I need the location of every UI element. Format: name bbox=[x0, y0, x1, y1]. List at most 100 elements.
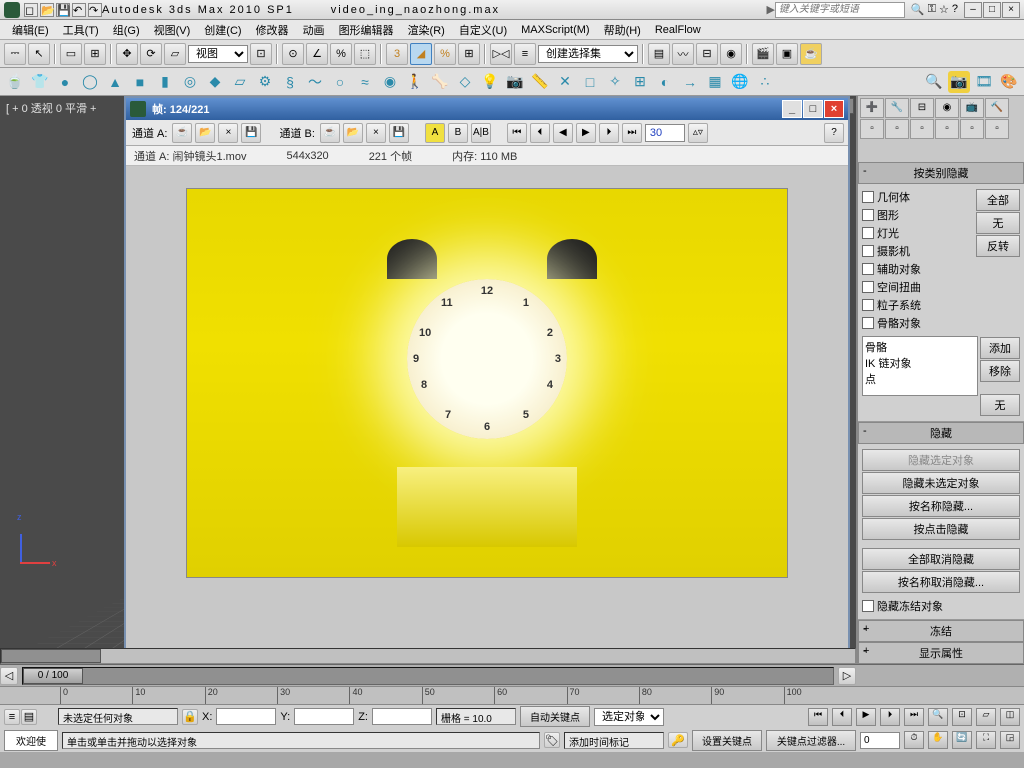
tab-hierarchy[interactable]: ⊟ bbox=[910, 98, 934, 118]
helper-icon[interactable]: ◇ bbox=[454, 71, 476, 93]
undo-icon[interactable]: ↶ bbox=[72, 3, 86, 17]
render-icon[interactable]: ☕ bbox=[800, 43, 822, 65]
help-icon[interactable]: ? bbox=[952, 3, 958, 16]
binoculars-icon[interactable]: 🔍 bbox=[911, 3, 925, 16]
btn-invert[interactable]: 反转 bbox=[976, 235, 1020, 257]
ram-open-b-icon[interactable]: ☕ bbox=[320, 123, 340, 143]
angle-snap-icon[interactable]: ∠ bbox=[306, 43, 328, 65]
menu-modifiers[interactable]: 修改器 bbox=[250, 20, 295, 40]
ram-player-titlebar[interactable]: 帧: 124/221 _ □ × bbox=[126, 98, 848, 120]
ram-folder-b-icon[interactable]: 📂 bbox=[343, 123, 363, 143]
tab-modify[interactable]: 🔧 bbox=[885, 98, 909, 118]
chk-particles[interactable] bbox=[862, 299, 874, 311]
menu-edit[interactable]: 编辑(E) bbox=[6, 20, 55, 40]
biped-icon[interactable]: 🚶 bbox=[404, 71, 426, 93]
script-icon[interactable]: ≡ bbox=[4, 709, 20, 725]
ram-prev-icon[interactable]: ⏴ bbox=[530, 123, 550, 143]
tshirt-icon[interactable]: 👕 bbox=[29, 71, 51, 93]
chk-helpers[interactable] bbox=[862, 263, 874, 275]
tab-extra2[interactable]: ▫ bbox=[885, 119, 909, 139]
btn-none2[interactable]: 无 bbox=[980, 394, 1020, 416]
open-icon[interactable]: 📂 bbox=[40, 3, 54, 17]
bones-listbox[interactable]: 骨骼 IK 链对象 点 bbox=[862, 336, 978, 396]
teapot-icon[interactable]: 🍵 bbox=[4, 71, 26, 93]
setkey-button[interactable]: 设置关键点 bbox=[692, 730, 762, 751]
menu-views[interactable]: 视图(V) bbox=[148, 20, 197, 40]
y-input[interactable] bbox=[294, 708, 354, 725]
btn-unhide-all[interactable]: 全部取消隐藏 bbox=[862, 548, 1020, 570]
percent-snap-icon[interactable]: % bbox=[330, 43, 352, 65]
tab-motion[interactable]: ◉ bbox=[935, 98, 959, 118]
magnify-icon[interactable]: 🔍 bbox=[923, 71, 945, 93]
key-icon2[interactable]: 🔑 bbox=[668, 732, 688, 748]
prev-frame-icon[interactable]: ⏴ bbox=[832, 708, 852, 726]
cone-icon[interactable]: ▲ bbox=[104, 71, 126, 93]
redo-icon[interactable]: ↷ bbox=[88, 3, 102, 17]
cylinder-icon[interactable]: ▮ bbox=[154, 71, 176, 93]
plane-icon[interactable]: ▱ bbox=[229, 71, 251, 93]
wave-icon[interactable]: ≈ bbox=[354, 71, 376, 93]
key-icon[interactable]: ⚿ bbox=[928, 3, 936, 16]
tab-create[interactable]: ➕ bbox=[860, 98, 884, 118]
viewport[interactable]: [ + 0 透视 0 平滑 + ⊞ ▦ ◳ ▣ z x 帧: 124/221 _… bbox=[0, 96, 856, 664]
save-icon[interactable]: 💾 bbox=[56, 3, 70, 17]
new-icon[interactable]: ◻ bbox=[24, 3, 38, 17]
palette-icon[interactable]: 🎨 bbox=[998, 71, 1020, 93]
ring-icon[interactable]: ○ bbox=[329, 71, 351, 93]
time-slider[interactable]: 0 / 100 bbox=[22, 667, 834, 685]
camera-icon[interactable]: 📷 bbox=[504, 71, 526, 93]
display-props-header[interactable]: +显示属性 bbox=[858, 642, 1024, 664]
ram-first-icon[interactable]: ⏮ bbox=[507, 123, 527, 143]
listener-icon[interactable]: ▤ bbox=[21, 709, 37, 725]
ram-next-icon[interactable]: ⏵ bbox=[599, 123, 619, 143]
x-input[interactable] bbox=[216, 708, 276, 725]
chk-shapes[interactable] bbox=[862, 209, 874, 221]
goto-end-icon[interactable]: ⏭ bbox=[904, 708, 924, 726]
tube-icon[interactable]: ◎ bbox=[179, 71, 201, 93]
ram-spinner-icon[interactable]: ▵▿ bbox=[688, 123, 708, 143]
btn-hide-selected[interactable]: 隐藏选定对象 bbox=[862, 449, 1020, 471]
protractor-icon[interactable]: ◐ bbox=[654, 71, 676, 93]
menu-maxscript[interactable]: MAXScript(M) bbox=[515, 22, 595, 38]
autokey-button[interactable]: 自动关键点 bbox=[520, 706, 590, 727]
btn-hide-byhit[interactable]: 按点击隐藏 bbox=[862, 518, 1020, 540]
box-icon[interactable]: ■ bbox=[129, 71, 151, 93]
compass-icon[interactable]: ✧ bbox=[604, 71, 626, 93]
render-setup-icon[interactable]: 🎬 bbox=[752, 43, 774, 65]
menu-create[interactable]: 创建(C) bbox=[198, 20, 247, 40]
btn-add[interactable]: 添加 bbox=[980, 337, 1020, 359]
nav-orbit-icon[interactable]: 🔄 bbox=[952, 731, 972, 749]
window-crossing-icon[interactable]: ⊞ bbox=[84, 43, 106, 65]
angle-icon[interactable]: ◢ bbox=[410, 43, 432, 65]
current-frame-input[interactable] bbox=[860, 732, 900, 749]
selection-set-combo[interactable]: 创建选择集 bbox=[538, 45, 638, 63]
ram-close-a-icon[interactable]: × bbox=[218, 123, 238, 143]
btn-all[interactable]: 全部 bbox=[976, 189, 1020, 211]
app-icon[interactable] bbox=[4, 2, 20, 18]
star-icon[interactable]: ☆ bbox=[939, 3, 949, 16]
nav-zoomall-icon[interactable]: ⊡ bbox=[952, 708, 972, 726]
nav-pan-icon[interactable]: ✋ bbox=[928, 731, 948, 749]
menu-help[interactable]: 帮助(H) bbox=[598, 20, 647, 40]
ram-player-viewport[interactable]: 12 1 2 3 4 5 6 7 8 9 10 11 bbox=[126, 166, 848, 649]
chk-cameras[interactable] bbox=[862, 245, 874, 257]
render-frame-icon[interactable]: ▣ bbox=[776, 43, 798, 65]
nav-region-icon[interactable]: ◫ bbox=[1000, 708, 1020, 726]
ram-save-b-icon[interactable]: 💾 bbox=[389, 123, 409, 143]
tab-extra6[interactable]: ▫ bbox=[985, 119, 1009, 139]
ram-playback-icon[interactable]: ◀ bbox=[553, 123, 573, 143]
play-icon[interactable]: ▶ bbox=[856, 708, 876, 726]
menu-animation[interactable]: 动画 bbox=[297, 20, 331, 40]
pyramid-icon[interactable]: ◆ bbox=[204, 71, 226, 93]
spring-icon[interactable]: § bbox=[279, 71, 301, 93]
pivot-icon[interactable]: ⊡ bbox=[250, 43, 272, 65]
menu-realflow[interactable]: RealFlow bbox=[649, 22, 707, 38]
nav-fov-icon[interactable]: ▱ bbox=[976, 708, 996, 726]
viewport-label[interactable]: [ + 0 透视 0 平滑 + bbox=[6, 100, 96, 116]
tab-display[interactable]: 📺 bbox=[960, 98, 984, 118]
move-icon[interactable]: ✥ bbox=[116, 43, 138, 65]
goto-start-icon[interactable]: ⏮ bbox=[808, 708, 828, 726]
ripple-icon[interactable]: ◉ bbox=[379, 71, 401, 93]
btn-remove[interactable]: 移除 bbox=[980, 360, 1020, 382]
nav-minmax-icon[interactable]: ⛶ bbox=[976, 731, 996, 749]
